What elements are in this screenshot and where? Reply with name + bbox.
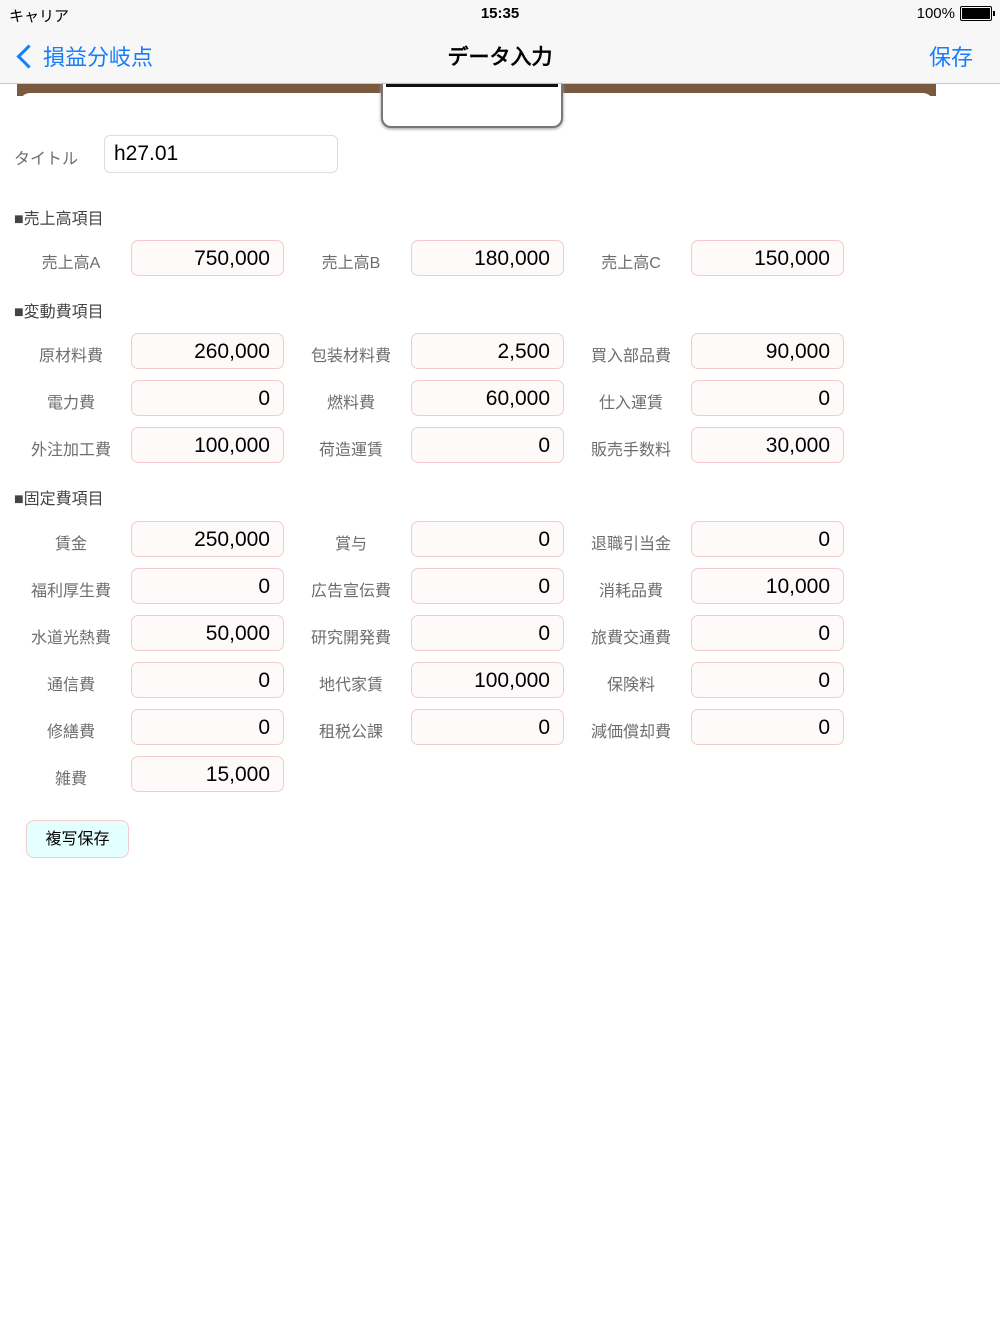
field-label: 仕入運賃 bbox=[598, 395, 663, 412]
amount-input[interactable]: 0 bbox=[411, 521, 564, 557]
amount-input[interactable]: 0 bbox=[131, 380, 284, 416]
amount-input[interactable]: 0 bbox=[131, 568, 284, 604]
field-label: 賃金 bbox=[54, 536, 87, 553]
amount-input[interactable]: 0 bbox=[131, 709, 284, 745]
battery-icon bbox=[960, 6, 995, 21]
amount-input[interactable]: 15,000 bbox=[131, 756, 284, 792]
field-label: 売上高C bbox=[601, 255, 661, 272]
section-header: ■固定費項目 bbox=[14, 491, 104, 508]
field-label: 雑費 bbox=[54, 771, 87, 788]
page-title: データ入力 bbox=[447, 46, 553, 69]
field-label: 原材料費 bbox=[38, 348, 103, 365]
field-label: 研究開発費 bbox=[310, 630, 391, 647]
field-label: 租税公課 bbox=[318, 724, 383, 741]
field-label: 買入部品費 bbox=[590, 348, 671, 365]
clipboard-clip-icon bbox=[381, 84, 563, 128]
amount-input[interactable]: 250,000 bbox=[131, 521, 284, 557]
amount-input[interactable]: 0 bbox=[691, 662, 844, 698]
field-label: 旅費交通費 bbox=[590, 630, 671, 647]
field-label: 売上高A bbox=[41, 255, 101, 272]
title-input[interactable]: h27.01 bbox=[104, 135, 338, 173]
field-label: 退職引当金 bbox=[590, 536, 671, 553]
amount-input[interactable]: 30,000 bbox=[691, 427, 844, 463]
field-label: 広告宣伝費 bbox=[310, 583, 391, 600]
field-label: 荷造運賃 bbox=[318, 442, 383, 459]
clock: 15:35 bbox=[480, 5, 520, 22]
title-label: タイトル bbox=[14, 151, 79, 168]
field-label: 地代家賃 bbox=[318, 677, 383, 694]
amount-input[interactable]: 0 bbox=[131, 662, 284, 698]
amount-input[interactable]: 10,000 bbox=[691, 568, 844, 604]
navigation-bar: 損益分岐点 データ入力 保存 bbox=[0, 28, 1000, 84]
amount-input[interactable]: 2,500 bbox=[411, 333, 564, 369]
amount-input[interactable]: 0 bbox=[411, 615, 564, 651]
field-label: 包装材料費 bbox=[310, 348, 391, 365]
amount-input[interactable]: 50,000 bbox=[131, 615, 284, 651]
amount-input[interactable]: 0 bbox=[411, 427, 564, 463]
field-label: 保険料 bbox=[606, 677, 655, 694]
amount-input[interactable]: 0 bbox=[691, 521, 844, 557]
section-header: ■変動費項目 bbox=[14, 304, 104, 321]
amount-input[interactable]: 750,000 bbox=[131, 240, 284, 276]
field-label: 水道光熱費 bbox=[30, 630, 111, 647]
field-label: 福利厚生費 bbox=[30, 583, 111, 600]
field-label: 消耗品費 bbox=[598, 583, 663, 600]
field-label: 減価償却費 bbox=[590, 724, 671, 741]
amount-input[interactable]: 0 bbox=[691, 380, 844, 416]
save-button[interactable]: 保存 bbox=[929, 40, 973, 72]
amount-input[interactable]: 60,000 bbox=[411, 380, 564, 416]
field-label: 通信費 bbox=[46, 677, 95, 694]
section-header: ■売上高項目 bbox=[14, 211, 104, 228]
field-label: 販売手数料 bbox=[590, 442, 671, 459]
amount-input[interactable]: 100,000 bbox=[131, 427, 284, 463]
field-label: 修繕費 bbox=[46, 724, 95, 741]
amount-input[interactable]: 0 bbox=[691, 615, 844, 651]
battery-status: 100% bbox=[916, 5, 995, 22]
amount-input[interactable]: 0 bbox=[411, 709, 564, 745]
field-label: 電力費 bbox=[46, 395, 95, 412]
amount-input[interactable]: 150,000 bbox=[691, 240, 844, 276]
amount-input[interactable]: 260,000 bbox=[131, 333, 284, 369]
copy-save-button[interactable]: 複写保存 bbox=[26, 820, 129, 858]
amount-input[interactable]: 100,000 bbox=[411, 662, 564, 698]
status-bar: キャリア 15:35 100% bbox=[0, 0, 1000, 28]
field-label: 外注加工費 bbox=[30, 442, 111, 459]
amount-input[interactable]: 0 bbox=[411, 568, 564, 604]
field-label: 燃料費 bbox=[326, 395, 375, 412]
battery-percent: 100% bbox=[916, 5, 955, 22]
field-label: 売上高B bbox=[321, 255, 381, 272]
amount-input[interactable]: 90,000 bbox=[691, 333, 844, 369]
clipboard-header bbox=[17, 84, 936, 134]
field-label: 賞与 bbox=[334, 536, 367, 553]
amount-input[interactable]: 0 bbox=[691, 709, 844, 745]
amount-input[interactable]: 180,000 bbox=[411, 240, 564, 276]
